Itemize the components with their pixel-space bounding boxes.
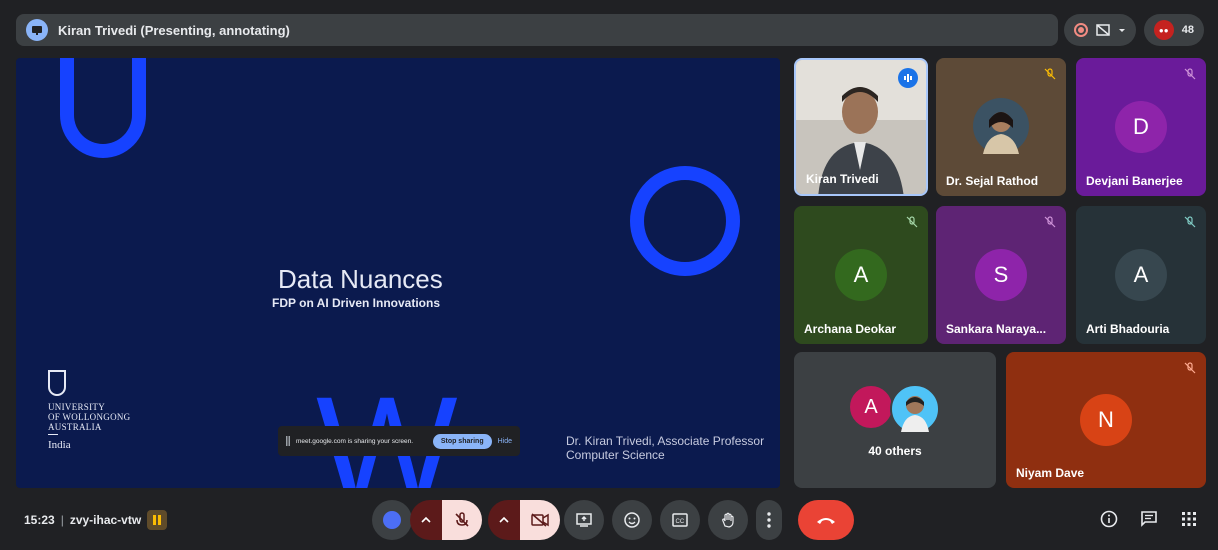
side-panel-controls — [1100, 510, 1198, 528]
present-screen-icon — [576, 513, 592, 527]
chat-icon[interactable] — [1140, 510, 1158, 528]
mic-off-icon — [1042, 214, 1058, 230]
captions-button[interactable]: CC — [660, 500, 700, 540]
companion-mode-icon[interactable] — [147, 510, 168, 530]
presenter-title: Kiran Trivedi (Presenting, annotating) — [58, 22, 290, 38]
participant-tile-kiran[interactable]: Kiran Trivedi — [794, 58, 928, 196]
chevron-up-icon — [421, 516, 431, 523]
university-line-1: UNIVERSITY — [48, 402, 105, 412]
divider — [48, 434, 58, 435]
end-call-icon — [817, 518, 835, 524]
separator: | — [60, 513, 64, 527]
emoji-icon — [624, 512, 640, 528]
mic-off-icon — [1182, 66, 1198, 82]
meeting-time: 15:23 — [24, 513, 55, 527]
participant-tile-arti[interactable]: A Arti Bhadouria — [1076, 206, 1206, 344]
slide-subtitle: FDP on AI Driven Innovations — [272, 296, 441, 310]
svg-text:CC: CC — [676, 519, 685, 525]
microphone-control — [410, 500, 482, 540]
share-message: meet.google.com is sharing your screen. — [296, 437, 414, 445]
avatar — [890, 384, 940, 434]
participants-avatar-stack-icon: ●● — [1153, 20, 1174, 40]
top-right-controls: ●● 48 — [1063, 14, 1204, 46]
others-label: 40 others — [868, 444, 922, 458]
mic-off-icon — [904, 214, 920, 230]
participant-name: Dr. Sejal Rathod — [946, 174, 1039, 188]
slide-title: Data Nuances — [278, 264, 443, 294]
mic-off-icon — [455, 512, 469, 527]
avatar — [973, 98, 1029, 154]
university-region: India — [48, 439, 71, 451]
layout-icon — [1096, 24, 1110, 36]
participant-name: Niyam Dave — [1016, 466, 1085, 480]
university-line-3: AUSTRALIA — [48, 422, 102, 432]
recording-icon — [1073, 23, 1088, 37]
participant-tile-sejal[interactable]: Dr. Sejal Rathod — [936, 58, 1066, 196]
participant-tile-niyam[interactable]: N Niyam Dave — [1006, 352, 1206, 488]
mic-off-icon — [1182, 214, 1198, 230]
university-line-2: OF WOLLONGONG — [48, 412, 131, 422]
avatar: D — [1115, 101, 1167, 153]
chevron-up-icon — [499, 516, 509, 523]
leave-call-button[interactable] — [798, 500, 854, 540]
presenter-name: Dr. Kiran Trivedi, Associate Professor — [566, 434, 765, 448]
avatar: A — [1115, 249, 1167, 301]
presenter-dept: Computer Science — [566, 448, 665, 462]
camera-off-icon — [531, 513, 549, 527]
participant-name: Arti Bhadouria — [1086, 322, 1170, 336]
more-vert-icon — [767, 512, 771, 528]
meeting-info: 15:23 | zvy-ihac-vtw — [24, 510, 168, 530]
mic-off-icon — [1182, 360, 1198, 376]
mic-options-button[interactable] — [410, 500, 442, 540]
meeting-code: zvy-ihac-vtw — [69, 513, 142, 527]
camera-preview-button[interactable] — [372, 500, 412, 540]
info-icon[interactable] — [1100, 510, 1118, 528]
speaking-indicator-icon — [898, 68, 918, 88]
participant-tile-others[interactable]: A 40 others — [794, 352, 996, 488]
avatar: A — [835, 249, 887, 301]
more-options-button[interactable] — [756, 500, 782, 540]
others-avatars: A — [848, 384, 940, 434]
avatar: S — [975, 249, 1027, 301]
participant-tile-devjani[interactable]: D Devjani Banerjee — [1076, 58, 1206, 196]
raise-hand-button[interactable] — [708, 500, 748, 540]
participant-tile-sankara[interactable]: S Sankara Naraya... — [936, 206, 1066, 344]
presentation-icon — [26, 19, 48, 41]
reactions-button[interactable] — [612, 500, 652, 540]
hide-button[interactable]: Hide — [498, 438, 512, 445]
participant-name: Kiran Trivedi — [806, 172, 879, 186]
decor-o-shape — [630, 166, 740, 276]
activities-grid-icon[interactable] — [1180, 510, 1198, 528]
screen-share-notice: meet.google.com is sharing your screen. … — [278, 426, 520, 456]
participant-name: Sankara Naraya... — [946, 322, 1047, 336]
mic-off-icon — [1042, 66, 1058, 82]
camera-toggle-button[interactable] — [520, 500, 560, 540]
participant-name: Devjani Banerjee — [1086, 174, 1183, 188]
participant-tile-archana[interactable]: A Archana Deokar — [794, 206, 928, 344]
hand-icon — [722, 512, 734, 528]
shared-screen: W Data Nuances FDP on AI Driven Innovati… — [16, 58, 780, 488]
drag-handle-icon[interactable] — [286, 436, 290, 446]
participant-name: Archana Deokar — [804, 322, 897, 336]
control-bar: 15:23 | zvy-ihac-vtw CC — [0, 500, 1218, 540]
slide-presenter-info: Dr. Kiran Trivedi, Associate Professor C… — [566, 434, 764, 462]
present-button[interactable] — [564, 500, 604, 540]
presenter-bar: Kiran Trivedi (Presenting, annotating) — [16, 14, 1058, 46]
mic-toggle-button[interactable] — [442, 500, 482, 540]
captions-icon: CC — [672, 513, 688, 527]
chevron-down-icon — [1118, 29, 1125, 32]
avatar: A — [848, 384, 894, 430]
stop-sharing-button[interactable]: Stop sharing — [432, 433, 492, 449]
university-logo: UNIVERSITY OF WOLLONGONG AUSTRALIA India — [48, 370, 130, 451]
participant-count: 48 — [1181, 24, 1194, 36]
camera-options-button[interactable] — [488, 500, 520, 540]
avatar: N — [1080, 394, 1132, 446]
university-crest-icon — [48, 370, 66, 396]
decor-u-shape — [60, 58, 146, 158]
recording-controls[interactable] — [1063, 14, 1136, 46]
participants-button[interactable]: ●● 48 — [1143, 14, 1204, 46]
self-view-icon — [383, 511, 401, 529]
camera-control — [488, 500, 560, 540]
